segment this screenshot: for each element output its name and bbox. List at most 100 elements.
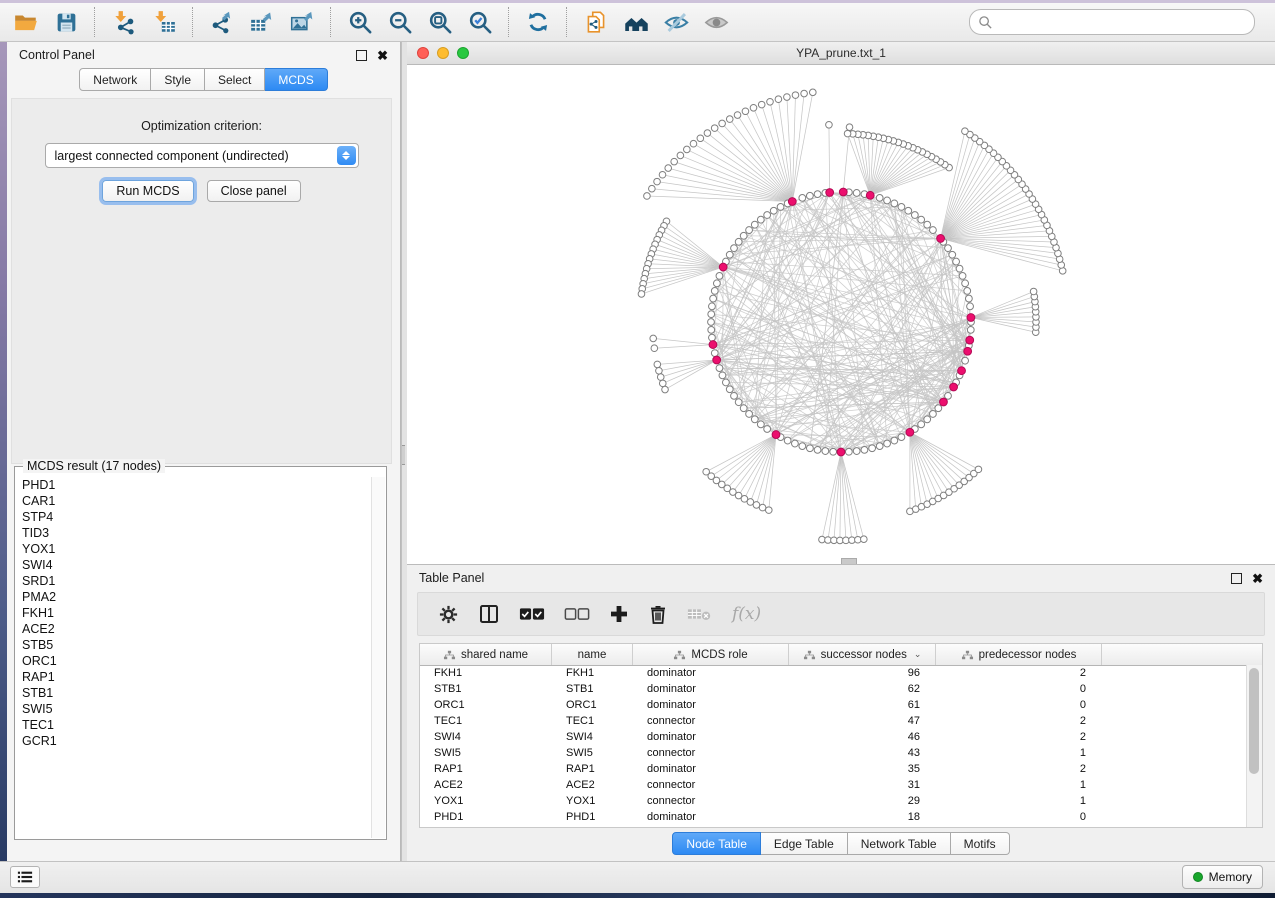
tab-select[interactable]: Select [205, 68, 265, 91]
mcds-result-item[interactable]: PMA2 [16, 589, 371, 605]
first-neighbors-button[interactable] [616, 6, 656, 38]
show-all-button[interactable] [696, 6, 736, 38]
table-row[interactable]: SWI5SWI5connector431 [420, 745, 1247, 761]
table-row[interactable]: SWI4SWI4dominator462 [420, 729, 1247, 745]
attribute-icon [803, 650, 816, 660]
add-column-button[interactable] [609, 604, 629, 624]
mcds-list-scrollbar[interactable] [371, 477, 385, 838]
table-row[interactable]: ORC1ORC1dominator610 [420, 697, 1247, 713]
close-table-panel-icon[interactable]: ✖ [1252, 572, 1263, 585]
mcds-result-item[interactable]: ACE2 [16, 621, 371, 637]
mcds-result-item[interactable]: STB1 [16, 685, 371, 701]
clear-selection-button[interactable] [564, 605, 590, 623]
mcds-result-item[interactable]: PHD1 [16, 477, 371, 493]
mcds-result-item[interactable]: STB5 [16, 637, 371, 653]
table-row[interactable]: YOX1YOX1connector291 [420, 793, 1247, 809]
tab-network[interactable]: Network [79, 68, 151, 91]
mcds-result-item[interactable]: SWI5 [16, 701, 371, 717]
table-scrollbar-thumb[interactable] [1249, 668, 1259, 774]
column-header-name[interactable]: name [552, 644, 633, 665]
toolbar-separator [192, 7, 194, 37]
mcds-result-item[interactable]: ORC1 [16, 653, 371, 669]
show-columns-button[interactable] [478, 603, 500, 625]
zoom-in-button[interactable] [340, 6, 380, 38]
function-builder-button[interactable]: f(x) [732, 604, 761, 624]
tab-node-table[interactable]: Node Table [672, 832, 761, 855]
zoom-out-button[interactable] [380, 6, 420, 38]
table-cell: dominator [633, 681, 789, 697]
table-row[interactable]: RAP1RAP1dominator352 [420, 761, 1247, 777]
export-network-button[interactable] [202, 6, 242, 38]
control-panel-title: Control Panel [19, 48, 95, 62]
mcds-result-item[interactable]: RAP1 [16, 669, 371, 685]
search-box[interactable] [969, 9, 1255, 35]
table-cell: RAP1 [552, 761, 633, 777]
column-header-shared-name[interactable]: shared name [420, 644, 552, 665]
mcds-result-item[interactable]: SRD1 [16, 573, 371, 589]
table-cell: ORC1 [420, 697, 552, 713]
tab-motifs[interactable]: Motifs [951, 832, 1010, 855]
splitter-grip[interactable] [402, 445, 405, 465]
zoom-selected-button[interactable] [460, 6, 500, 38]
mcds-result-item[interactable]: SWI4 [16, 557, 371, 573]
run-mcds-button[interactable]: Run MCDS [102, 180, 193, 202]
table-row[interactable]: STB1STB1dominator620 [420, 681, 1247, 697]
mcds-result-item[interactable]: GCR1 [16, 733, 371, 749]
tab-network-table[interactable]: Network Table [848, 832, 951, 855]
zoom-selected-icon [467, 9, 494, 36]
table-row[interactable]: ACE2ACE2connector311 [420, 777, 1247, 793]
export-image-button[interactable] [282, 6, 322, 38]
hide-selected-button[interactable] [656, 6, 696, 38]
save-session-button[interactable] [46, 6, 86, 38]
show-task-history-button[interactable] [10, 866, 40, 888]
tab-edge-table[interactable]: Edge Table [761, 832, 848, 855]
export-table-button[interactable] [242, 6, 282, 38]
open-file-button[interactable] [6, 6, 46, 38]
import-network-button[interactable] [104, 6, 144, 38]
control-panel: Control Panel ✖ Network Style Select MCD… [7, 42, 401, 862]
optimization-criterion-value: largest connected component (undirected) [46, 149, 337, 163]
import-table-button[interactable] [144, 6, 184, 38]
tab-style[interactable]: Style [151, 68, 205, 91]
table-scrollbar[interactable] [1246, 665, 1262, 827]
table-cell: FKH1 [552, 665, 633, 681]
column-header-successor-nodes[interactable]: successor nodes ⌄ [789, 644, 936, 665]
network-title: YPA_prune.txt_1 [407, 46, 1275, 60]
duplicate-network-button[interactable] [576, 6, 616, 38]
delete-column-button[interactable] [648, 603, 668, 625]
table-cell: PHD1 [552, 809, 633, 825]
zoom-fit-button[interactable] [420, 6, 460, 38]
close-panel-icon[interactable]: ✖ [377, 49, 388, 62]
column-header-mcds-role[interactable]: MCDS role [633, 644, 789, 665]
eye-icon [703, 9, 730, 36]
table-tabs: Node Table Edge Table Network Table Moti… [407, 832, 1275, 855]
mcds-result-item[interactable]: CAR1 [16, 493, 371, 509]
node-table-body[interactable]: FKH1FKH1dominator962STB1STB1dominator620… [420, 665, 1247, 827]
optimization-criterion-select[interactable]: largest connected component (undirected) [45, 143, 359, 168]
table-row[interactable]: PHD1PHD1dominator180 [420, 809, 1247, 825]
column-header-predecessor-nodes[interactable]: predecessor nodes [936, 644, 1102, 665]
mcds-result-item[interactable]: STP4 [16, 509, 371, 525]
memory-button[interactable]: Memory [1182, 865, 1263, 889]
float-panel-icon[interactable] [356, 50, 367, 61]
mcds-result-list[interactable]: PHD1CAR1STP4TID3YOX1SWI4SRD1PMA2FKH1ACE2… [16, 477, 371, 838]
table-row[interactable]: TEC1TEC1connector472 [420, 713, 1247, 729]
refresh-layout-button[interactable] [518, 6, 558, 38]
network-graph[interactable] [407, 64, 1275, 564]
float-table-panel-icon[interactable] [1231, 573, 1242, 584]
mcds-result-item[interactable]: TEC1 [16, 717, 371, 733]
mcds-result-item[interactable]: FKH1 [16, 605, 371, 621]
mcds-result-item[interactable]: TID3 [16, 525, 371, 541]
toolbar-separator [94, 7, 96, 37]
delete-table-button[interactable] [687, 605, 713, 623]
close-panel-button[interactable]: Close panel [207, 180, 301, 202]
select-all-rows-button[interactable] [519, 605, 545, 623]
search-input[interactable] [993, 14, 1246, 30]
table-settings-button[interactable] [438, 604, 459, 625]
import-table-icon [151, 9, 177, 35]
desktop: Control Panel ✖ Network Style Select MCD… [0, 0, 1275, 898]
table-row[interactable]: FKH1FKH1dominator962 [420, 665, 1247, 681]
network-canvas[interactable] [407, 64, 1275, 564]
mcds-result-item[interactable]: YOX1 [16, 541, 371, 557]
tab-mcds[interactable]: MCDS [265, 68, 327, 91]
